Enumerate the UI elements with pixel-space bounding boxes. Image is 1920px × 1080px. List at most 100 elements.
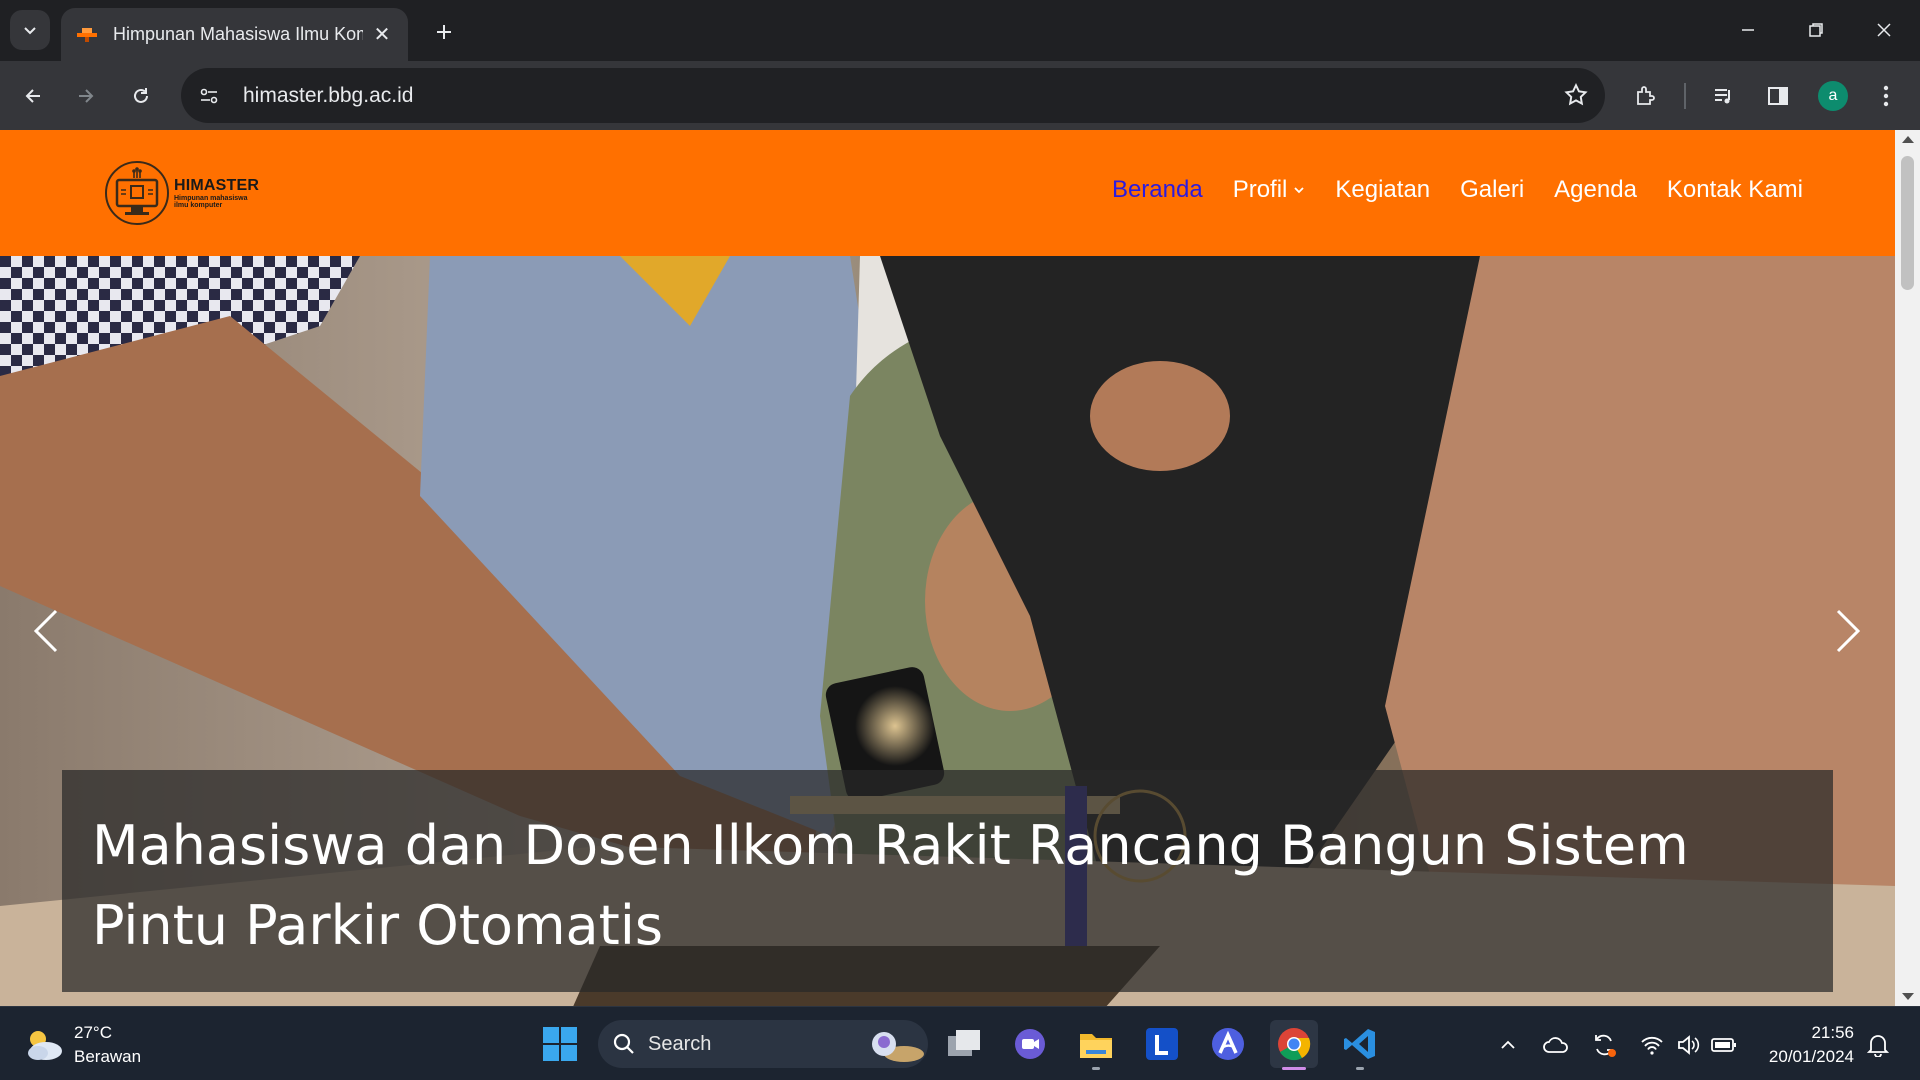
chrome-app-button[interactable] (1270, 1020, 1318, 1070)
reload-button[interactable] (122, 77, 160, 115)
side-panel-button[interactable] (1759, 77, 1797, 115)
arrow-right-icon (79, 89, 94, 103)
task-view-icon (948, 1030, 980, 1056)
restore-button[interactable] (1794, 12, 1838, 48)
video-chat-icon (1015, 1029, 1045, 1059)
close-icon (1877, 23, 1891, 37)
bookmark-star-icon[interactable] (1563, 82, 1589, 113)
browser-toolbar: himaster.bbg.ac.id a (0, 61, 1920, 130)
nav-beranda[interactable]: Beranda (1112, 176, 1203, 204)
scrollbar-thumb[interactable] (1901, 156, 1914, 290)
site-favicon-icon (75, 23, 99, 47)
weather-widget[interactable]: 27°C Berawan (22, 1021, 141, 1069)
carousel-prev-button[interactable] (26, 601, 66, 661)
scroll-down-arrow-icon[interactable] (1902, 993, 1914, 1000)
show-hidden-icons-button[interactable] (1494, 1031, 1522, 1059)
bell-icon (1867, 1035, 1889, 1057)
running-indicator (1092, 1067, 1100, 1070)
taskbar-search-label: Search (648, 1032, 712, 1055)
new-tab-button[interactable] (426, 14, 462, 50)
logo-name: HIMASTER (174, 177, 260, 194)
hero-caption-title[interactable]: Mahasiswa dan Dosen Ilkom Rakit Rancang … (92, 806, 1803, 966)
folder-icon (1080, 1034, 1112, 1058)
nav-profil-label: Profil (1232, 176, 1288, 203)
scroll-up-arrow-icon[interactable] (1902, 136, 1914, 143)
address-bar[interactable]: himaster.bbg.ac.id (181, 68, 1605, 123)
profile-button[interactable]: a (1814, 77, 1852, 115)
site-logo[interactable]: HIMASTER Himpunan mahasiswa ilmu kompute… (104, 160, 259, 226)
main-nav: Beranda Profil Kegiatan Galeri Agenda Ko… (1082, 176, 1803, 204)
chrome-icon (1278, 1028, 1311, 1061)
page-scrollbar[interactable] (1895, 130, 1920, 1006)
wifi-tray-button[interactable] (1638, 1031, 1666, 1059)
partly-cloudy-icon (28, 1031, 62, 1060)
vscode-icon (1344, 1029, 1375, 1059)
battery-tray-button[interactable] (1710, 1031, 1738, 1059)
nav-kontak-kami[interactable]: Kontak Kami (1667, 176, 1803, 204)
vscode-app-button[interactable] (1336, 1020, 1384, 1070)
avatar: a (1818, 81, 1848, 111)
sync-tray-button[interactable] (1590, 1031, 1618, 1059)
start-button[interactable] (536, 1020, 584, 1068)
side-panel-icon (1768, 87, 1788, 105)
carousel-next-button[interactable] (1828, 601, 1868, 661)
puzzle-icon (1637, 86, 1655, 105)
weather-description: Berawan (74, 1047, 142, 1066)
triangle-app-icon (1212, 1028, 1244, 1060)
onedrive-tray-button[interactable] (1542, 1031, 1570, 1059)
tab-close-icon[interactable]: ✕ (370, 22, 394, 47)
chevron-down-icon (24, 27, 36, 35)
hero-carousel: Mahasiswa dan Dosen Ilkom Rakit Rancang … (0, 256, 1895, 1006)
tab-search-button[interactable] (10, 10, 50, 50)
extensions-button[interactable] (1627, 77, 1665, 115)
file-explorer-button[interactable] (1072, 1020, 1120, 1070)
tab-active[interactable]: Himpunan Mahasiswa Ilmu Komputer ✕ (61, 8, 408, 61)
battery-icon (1711, 1038, 1736, 1052)
himaster-logo-icon (105, 161, 169, 225)
toolbar-divider (1684, 83, 1686, 109)
minimize-icon (1742, 29, 1754, 31)
logo-subtitle-2: ilmu komputer (174, 202, 223, 209)
chevron-right-icon (1836, 609, 1861, 653)
arc-app-button[interactable] (1204, 1020, 1252, 1068)
logo-subtitle-1: Himpunan mahasiswa (174, 195, 248, 202)
clock-time: 21:56 (1811, 1023, 1854, 1042)
nav-agenda[interactable]: Agenda (1554, 176, 1637, 204)
clock-date: 20/01/2024 (1768, 1047, 1854, 1066)
nav-galeri[interactable]: Galeri (1460, 176, 1524, 204)
windows-taskbar: 27°C Berawan Search 21:56 20/01/2024 (0, 1006, 1920, 1080)
task-view-button[interactable] (940, 1020, 988, 1068)
cloud-icon (1543, 1037, 1568, 1053)
close-window-button[interactable] (1862, 12, 1906, 48)
hero-caption[interactable]: Mahasiswa dan Dosen Ilkom Rakit Rancang … (62, 770, 1833, 992)
playlist-icon (1715, 89, 1730, 104)
restore-icon (1809, 23, 1823, 37)
sync-icon (1595, 1034, 1616, 1057)
forward-button[interactable] (67, 77, 105, 115)
taskbar-search[interactable]: Search (598, 1020, 928, 1068)
search-highlight-icon (872, 1032, 924, 1062)
back-button[interactable] (14, 77, 52, 115)
site-settings-icon[interactable] (189, 76, 229, 116)
speaker-icon (1678, 1035, 1700, 1055)
windows-logo-icon (543, 1027, 577, 1061)
tab-title: Himpunan Mahasiswa Ilmu Komputer (113, 24, 363, 44)
letter-l-app-icon (1146, 1028, 1178, 1060)
teams-app-button[interactable] (1006, 1020, 1054, 1068)
notifications-button[interactable] (1864, 1031, 1892, 1059)
l-app-button[interactable] (1138, 1020, 1186, 1068)
search-icon (613, 1033, 634, 1054)
wifi-icon (1641, 1036, 1663, 1055)
chevron-left-icon (33, 609, 58, 653)
minimize-button[interactable] (1726, 12, 1770, 48)
nav-profil[interactable]: Profil (1233, 176, 1306, 204)
taskbar-clock[interactable]: 21:56 20/01/2024 (1754, 1021, 1854, 1069)
running-indicator (1356, 1067, 1364, 1070)
browser-menu-button[interactable] (1867, 77, 1905, 115)
browser-tab-strip: Himpunan Mahasiswa Ilmu Komputer ✕ (0, 0, 1920, 61)
page-viewport: HIMASTER Himpunan mahasiswa ilmu kompute… (0, 130, 1920, 1006)
media-control-button[interactable] (1705, 77, 1743, 115)
site-header: HIMASTER Himpunan mahasiswa ilmu kompute… (0, 130, 1895, 256)
nav-kegiatan[interactable]: Kegiatan (1335, 176, 1430, 204)
volume-tray-button[interactable] (1674, 1031, 1702, 1059)
